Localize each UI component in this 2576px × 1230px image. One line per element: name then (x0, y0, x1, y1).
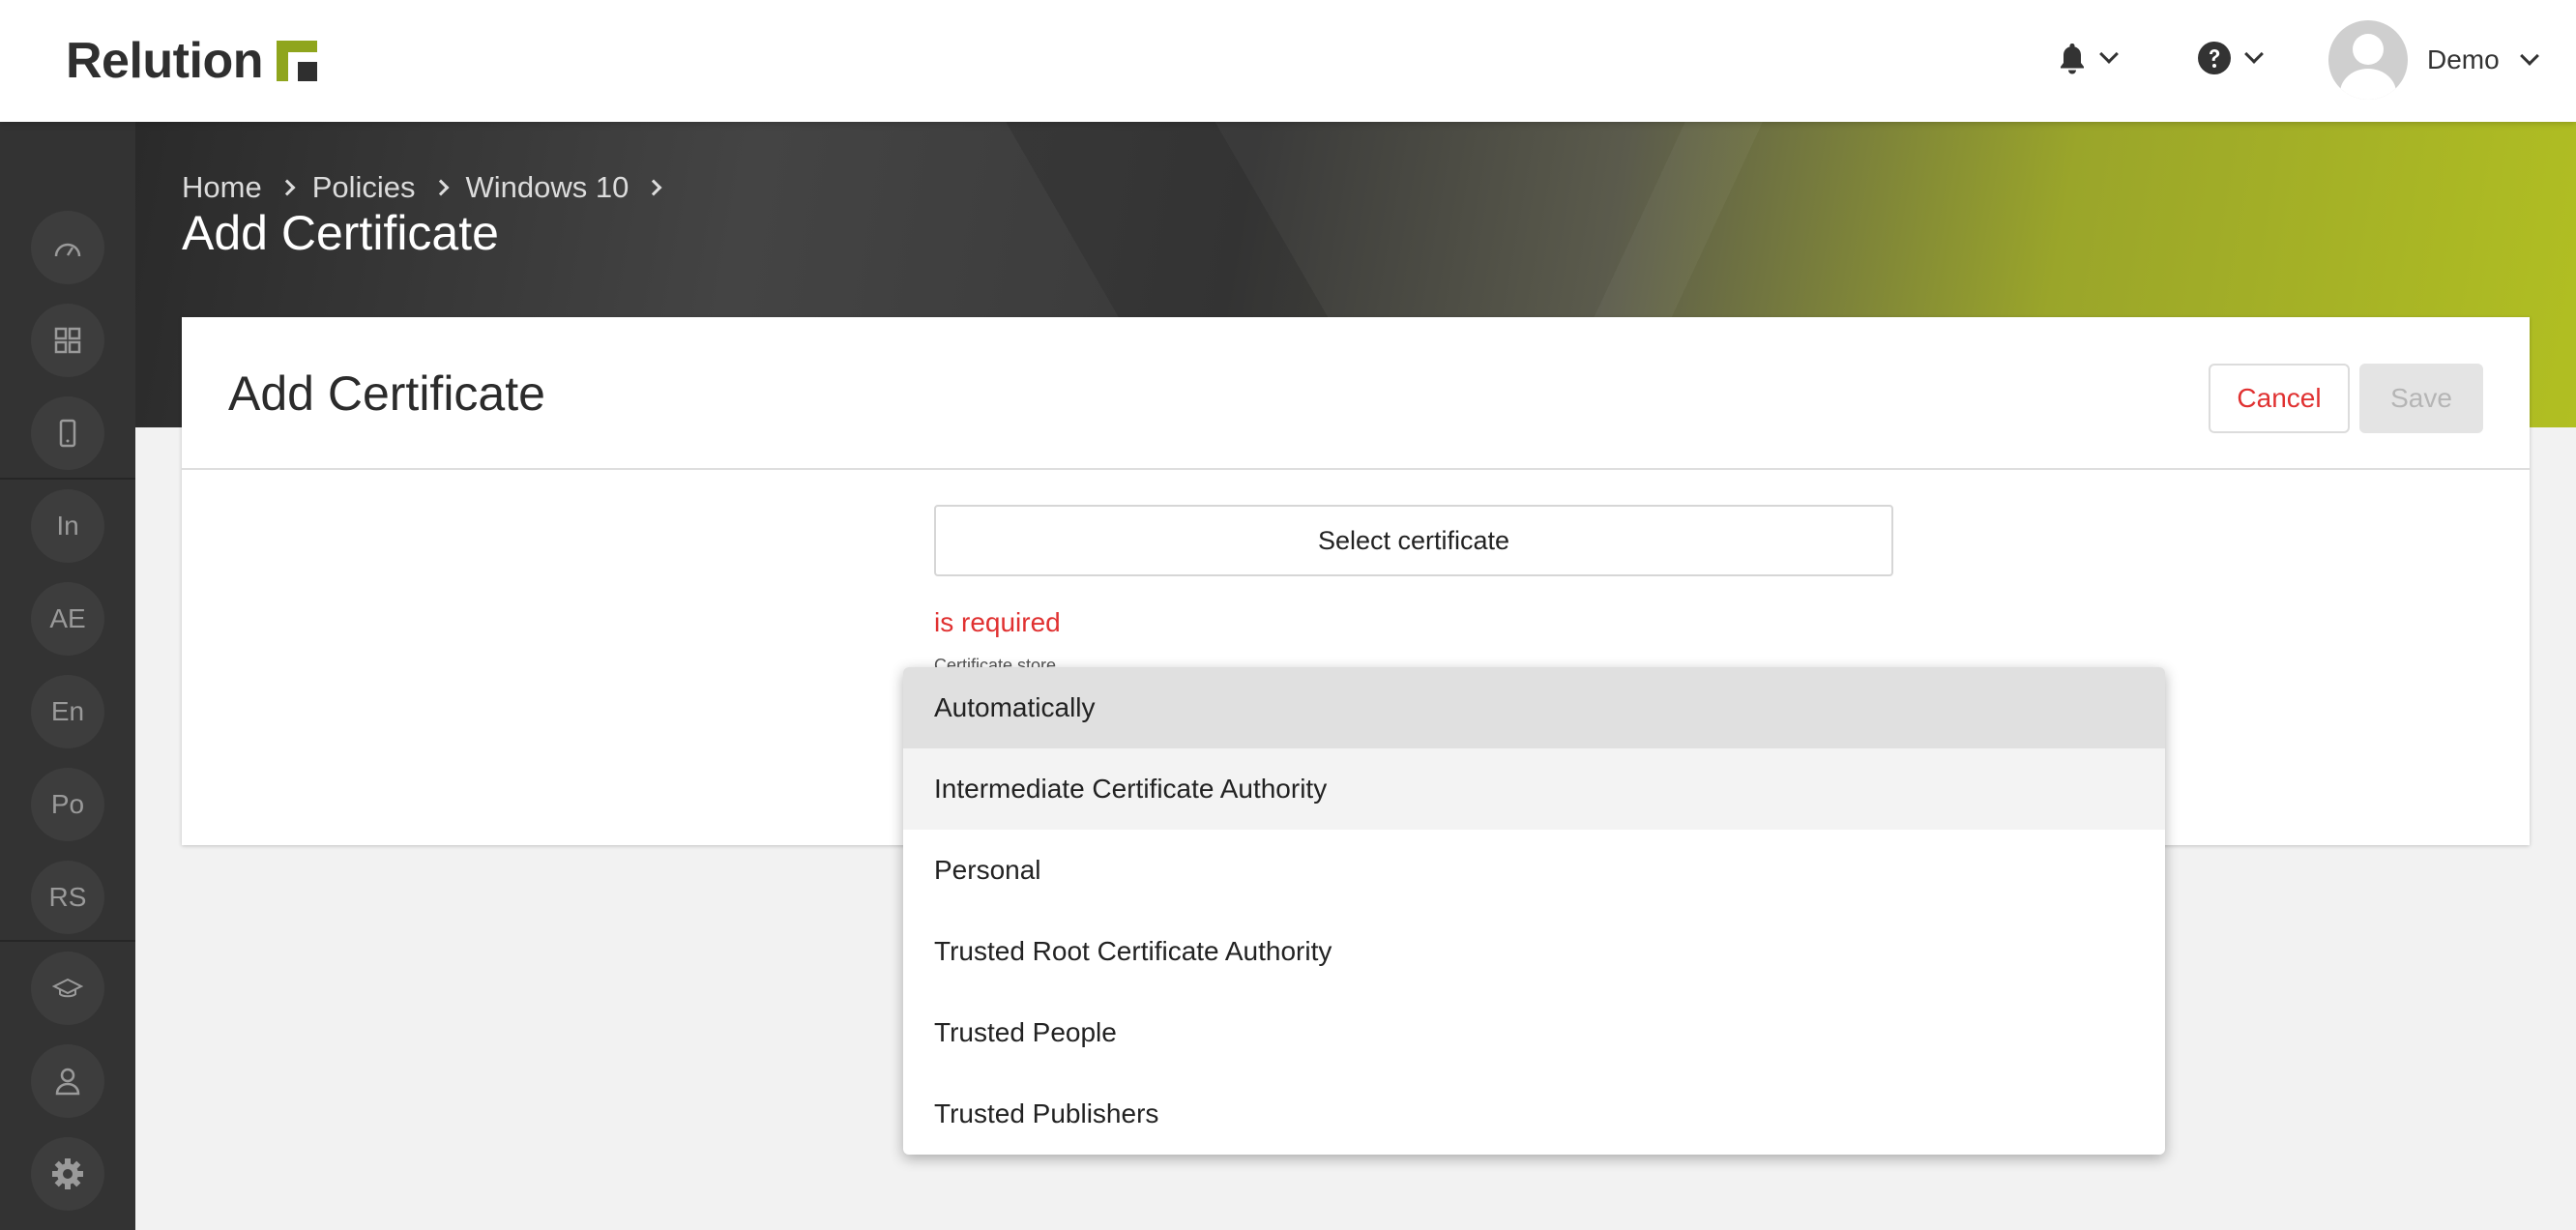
validation-error: is required (934, 607, 1061, 637)
chevron-down-icon (2244, 44, 2264, 64)
dropdown-option[interactable]: Personal (903, 830, 2165, 911)
user-name: Demo (2427, 44, 2500, 74)
help-button[interactable] (2197, 35, 2264, 81)
divider (182, 468, 2530, 470)
chevron-right-icon (645, 179, 662, 196)
sidebar-item-dashboard[interactable] (31, 211, 104, 284)
logo-text: Relution (66, 33, 263, 89)
chevron-down-icon (2099, 44, 2119, 64)
sidebar-item-devices[interactable] (31, 396, 104, 470)
card-title: Add Certificate (228, 366, 545, 421)
sidebar-item-label: En (50, 696, 85, 726)
logo-mark-icon (276, 41, 317, 81)
sidebar-item-education[interactable] (31, 952, 104, 1025)
sidebar-divider (0, 940, 135, 942)
device-icon (59, 419, 76, 448)
dropdown-option[interactable]: Trusted Publishers (903, 1073, 2165, 1155)
sidebar-item-apps[interactable] (31, 304, 104, 377)
chevron-right-icon (278, 179, 296, 196)
chevron-right-icon (432, 179, 450, 196)
avatar (2328, 20, 2408, 100)
sidebar-item-in[interactable]: In (31, 489, 104, 563)
sidebar-divider (0, 478, 135, 480)
sidebar-item-label: Po (50, 789, 85, 819)
chevron-down-icon (2519, 46, 2539, 66)
dropdown-option[interactable]: Trusted People (903, 992, 2165, 1073)
sidebar: In AE En Po RS (0, 122, 135, 1230)
education-icon (52, 978, 83, 998)
breadcrumb-home[interactable]: Home (182, 170, 262, 205)
sidebar-item-user[interactable] (31, 1044, 104, 1118)
save-button[interactable]: Save (2359, 364, 2483, 433)
sidebar-item-settings[interactable] (31, 1137, 104, 1211)
breadcrumb: Home Policies Windows 10 (182, 170, 665, 205)
select-certificate-button[interactable]: Select certificate (934, 505, 1893, 576)
breadcrumb-windows-10[interactable]: Windows 10 (466, 170, 629, 205)
relution-logo[interactable]: Relution (66, 29, 317, 93)
dropdown-option[interactable]: Intermediate Certificate Authority (903, 748, 2165, 830)
user-menu[interactable]: Demo (2328, 19, 2539, 101)
sidebar-item-ae[interactable]: AE (31, 582, 104, 656)
sidebar-item-label: RS (48, 882, 87, 912)
certificate-store-dropdown: Automatically Intermediate Certificate A… (903, 667, 2165, 1155)
gear-icon (52, 1158, 83, 1189)
sidebar-item-label: AE (49, 603, 86, 633)
sidebar-item-rs[interactable]: RS (31, 861, 104, 934)
cancel-button[interactable]: Cancel (2209, 364, 2350, 433)
bell-icon (2061, 44, 2084, 74)
sidebar-item-po[interactable]: Po (31, 768, 104, 841)
dropdown-option[interactable]: Automatically (903, 667, 2165, 748)
top-header: Relution Demo (0, 0, 2576, 122)
user-icon (55, 1068, 80, 1096)
sidebar-item-en[interactable]: En (31, 675, 104, 748)
dashboard-icon (54, 243, 81, 257)
sidebar-item-label: In (56, 511, 79, 541)
breadcrumb-policies[interactable]: Policies (312, 170, 416, 205)
page-title: Add Certificate (182, 206, 499, 260)
dropdown-option[interactable]: Trusted Root Certificate Authority (903, 911, 2165, 992)
notifications-button[interactable] (2058, 35, 2119, 81)
help-icon (2198, 42, 2231, 74)
apps-grid-icon (54, 327, 81, 354)
